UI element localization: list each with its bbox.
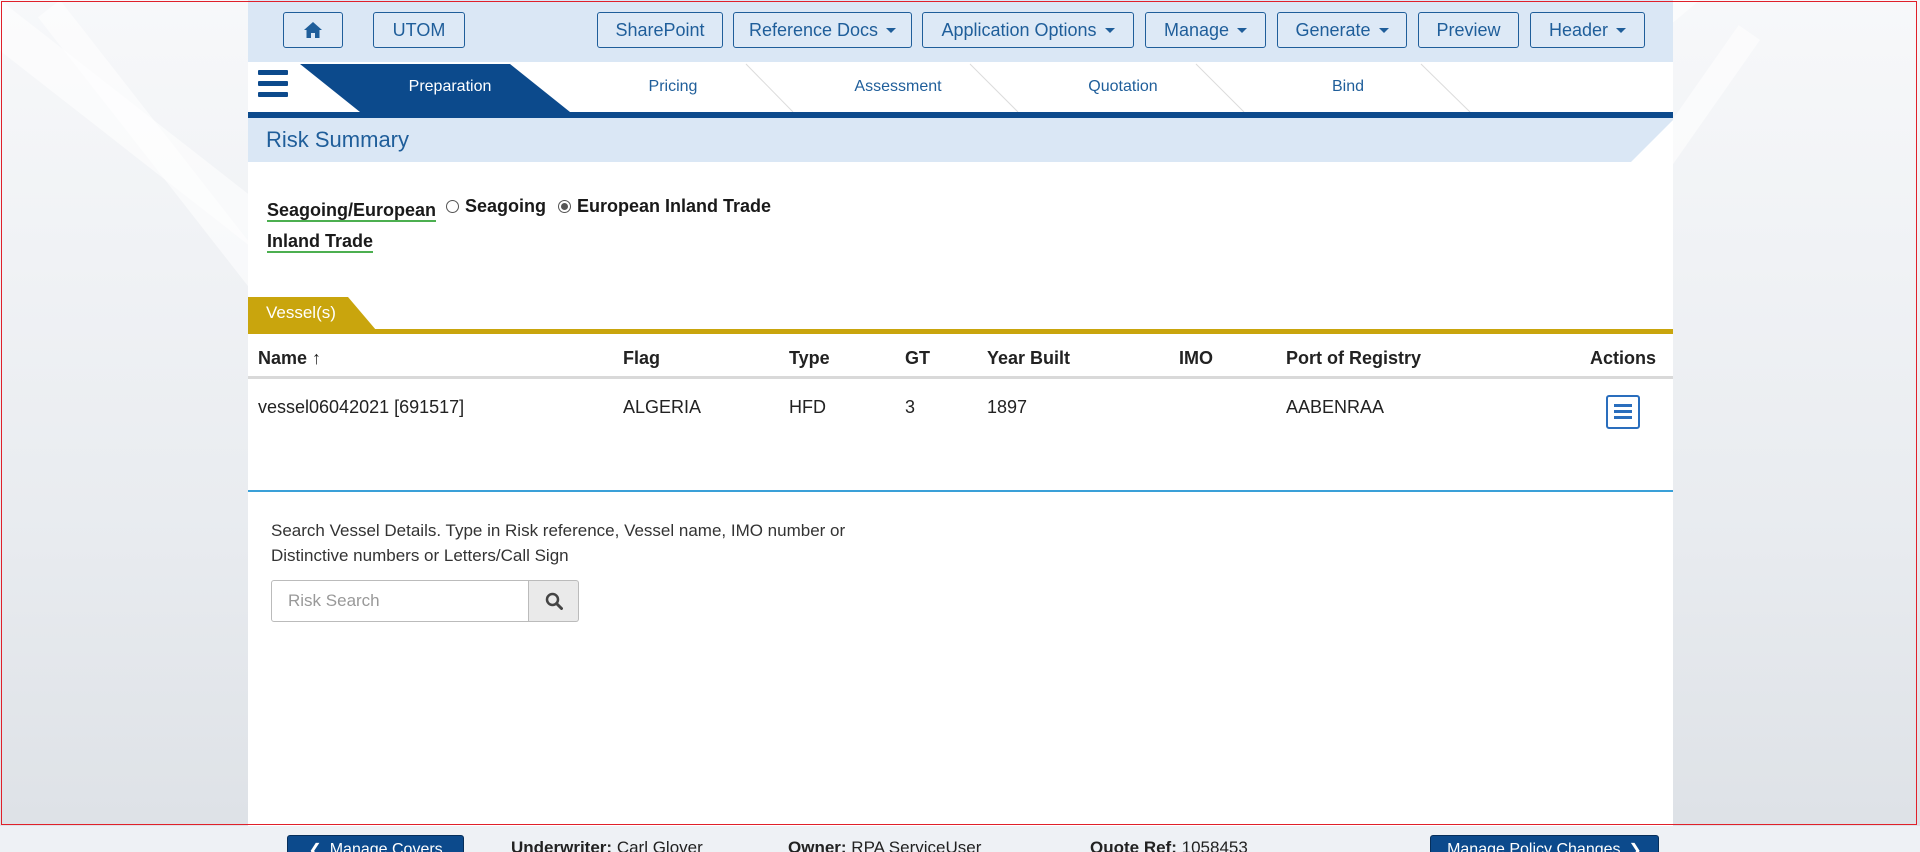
owner-label: Owner: xyxy=(788,838,847,852)
trade-label-line2: Inland Trade xyxy=(267,231,374,253)
step-label: Quotation xyxy=(1088,78,1158,95)
caret-down-icon xyxy=(886,27,897,33)
reference-docs-label: Reference Docs xyxy=(748,19,879,40)
utom-button[interactable]: UTOM xyxy=(373,12,465,48)
risk-search xyxy=(271,580,579,622)
seagoing-radio-label[interactable]: Seagoing xyxy=(465,196,546,217)
european-inland-radio-label[interactable]: European Inland Trade xyxy=(577,196,771,217)
column-header-name[interactable]: Name ↑ xyxy=(248,340,623,379)
manage-policy-changes-button[interactable]: Manage Policy Changes ❯ xyxy=(1430,835,1659,852)
caret-down-icon xyxy=(1616,27,1627,33)
caret-down-icon xyxy=(1378,27,1389,33)
vessel-year-cell: 1897 xyxy=(987,396,1028,417)
vessel-flag-cell: ALGERIA xyxy=(623,396,702,417)
column-header-flag[interactable]: Flag xyxy=(623,340,789,379)
european-inland-radio[interactable] xyxy=(558,200,572,213)
vessel-imo-cell xyxy=(1179,378,1286,436)
step-label: Assessment xyxy=(854,78,942,95)
home-button[interactable] xyxy=(283,12,343,48)
vessels-divider xyxy=(248,329,1673,334)
menu-hamburger-icon[interactable] xyxy=(258,70,288,100)
column-header-gt[interactable]: GT xyxy=(905,340,987,379)
step-pricing[interactable]: Pricing xyxy=(583,62,763,112)
section-header: Risk Summary xyxy=(248,118,1673,162)
step-assessment[interactable]: Assessment xyxy=(808,62,988,112)
search-help-text: Search Vessel Details. Type in Risk refe… xyxy=(271,518,871,568)
quote-ref-label: Quote Ref: xyxy=(1090,838,1177,852)
search-help-line2: Distinctive numbers or Letters/Call Sign xyxy=(271,546,569,565)
owner-value: RPA ServiceUser xyxy=(851,838,982,852)
trade-radio-group: Seagoing European Inland Trade xyxy=(446,196,771,217)
manage-label: Manage xyxy=(1163,19,1230,40)
step-label: Bind xyxy=(1331,78,1365,95)
workflow-steps: Preparation Pricing Assessment Quotation… xyxy=(248,62,1673,118)
generate-dropdown[interactable]: Generate xyxy=(1277,12,1407,48)
column-header-port[interactable]: Port of Registry xyxy=(1286,340,1573,379)
chevron-right-icon: ❯ xyxy=(1628,842,1642,852)
header-dropdown[interactable]: Header xyxy=(1530,12,1645,48)
reference-docs-dropdown[interactable]: Reference Docs xyxy=(733,12,912,48)
column-header-type[interactable]: Type xyxy=(789,340,905,379)
page-title: Risk Summary xyxy=(266,127,410,152)
vessel-port-cell: AABENRAA xyxy=(1286,396,1385,417)
quote-ref-value: 1058453 xyxy=(1181,838,1248,852)
utom-label: UTOM xyxy=(392,19,446,40)
step-quotation[interactable]: Quotation xyxy=(1033,62,1213,112)
column-header-imo[interactable]: IMO xyxy=(1179,340,1286,379)
vessel-actions-cell xyxy=(1573,378,1673,436)
step-bind[interactable]: Bind xyxy=(1258,62,1438,112)
trade-field-label: Seagoing/European Inland Trade xyxy=(267,195,437,257)
vessel-name-cell: vessel06042021 [691517] xyxy=(258,396,465,417)
search-separator xyxy=(248,490,1673,492)
sharepoint-label: SharePoint xyxy=(615,19,705,40)
search-button[interactable] xyxy=(529,580,579,622)
seagoing-radio[interactable] xyxy=(446,200,459,213)
caret-down-icon xyxy=(1237,27,1248,33)
home-icon xyxy=(304,22,322,38)
main-panel: UTOM SharePoint Reference Docs Applicati… xyxy=(248,0,1673,826)
column-header-year-built[interactable]: Year Built xyxy=(987,340,1179,379)
underwriter-value: Carl Glover xyxy=(616,838,703,852)
underwriter-label: Underwriter: xyxy=(511,838,613,852)
caret-down-icon xyxy=(1104,27,1115,33)
step-preparation[interactable]: Preparation xyxy=(360,62,540,112)
chevron-left-icon: ❮ xyxy=(308,842,322,852)
preview-button[interactable]: Preview xyxy=(1418,12,1519,48)
search-help-line1: Search Vessel Details. Type in Risk refe… xyxy=(271,521,846,540)
manage-covers-label: Manage Covers xyxy=(329,841,443,852)
top-toolbar: UTOM SharePoint Reference Docs Applicati… xyxy=(248,0,1673,62)
footer-bar: ❮ Manage Covers Underwriter: Carl Glover… xyxy=(0,826,1920,852)
row-actions-menu-icon[interactable] xyxy=(1606,394,1640,429)
application-options-label: Application Options xyxy=(941,19,1097,40)
step-label: Preparation xyxy=(408,78,492,95)
vessels-tab-label: Vessel(s) xyxy=(266,303,336,322)
application-options-dropdown[interactable]: Application Options xyxy=(922,12,1134,48)
step-label: Pricing xyxy=(648,78,698,95)
risk-search-input[interactable] xyxy=(271,580,530,622)
underwriter-info: Underwriter: Carl Glover xyxy=(511,838,703,852)
manage-dropdown[interactable]: Manage xyxy=(1145,12,1266,48)
vessel-type-cell: HFD xyxy=(789,396,826,417)
vessel-gt-cell: 3 xyxy=(905,396,916,417)
manage-covers-button[interactable]: ❮ Manage Covers xyxy=(287,835,464,852)
column-header-actions: Actions xyxy=(1573,340,1673,379)
manage-policy-changes-label: Manage Policy Changes xyxy=(1447,841,1621,852)
table-row[interactable]: vessel06042021 [691517] ALGERIA HFD 3 18… xyxy=(248,378,1673,436)
table-header-row: Name ↑ Flag Type GT Year Built IMO Port … xyxy=(248,340,1673,379)
quote-ref-info: Quote Ref: 1058453 xyxy=(1090,838,1248,852)
search-icon xyxy=(545,592,563,610)
trade-label-line1: Seagoing/European xyxy=(267,200,437,222)
owner-info: Owner: RPA ServiceUser xyxy=(788,838,981,852)
preview-label: Preview xyxy=(1436,19,1501,40)
sort-ascending-icon: ↑ xyxy=(312,347,322,368)
generate-label: Generate xyxy=(1295,19,1371,40)
header-label: Header xyxy=(1548,19,1609,40)
vessels-table: Name ↑ Flag Type GT Year Built IMO Port … xyxy=(248,340,1673,435)
sharepoint-button[interactable]: SharePoint xyxy=(597,12,723,48)
column-name-label: Name xyxy=(258,347,308,368)
